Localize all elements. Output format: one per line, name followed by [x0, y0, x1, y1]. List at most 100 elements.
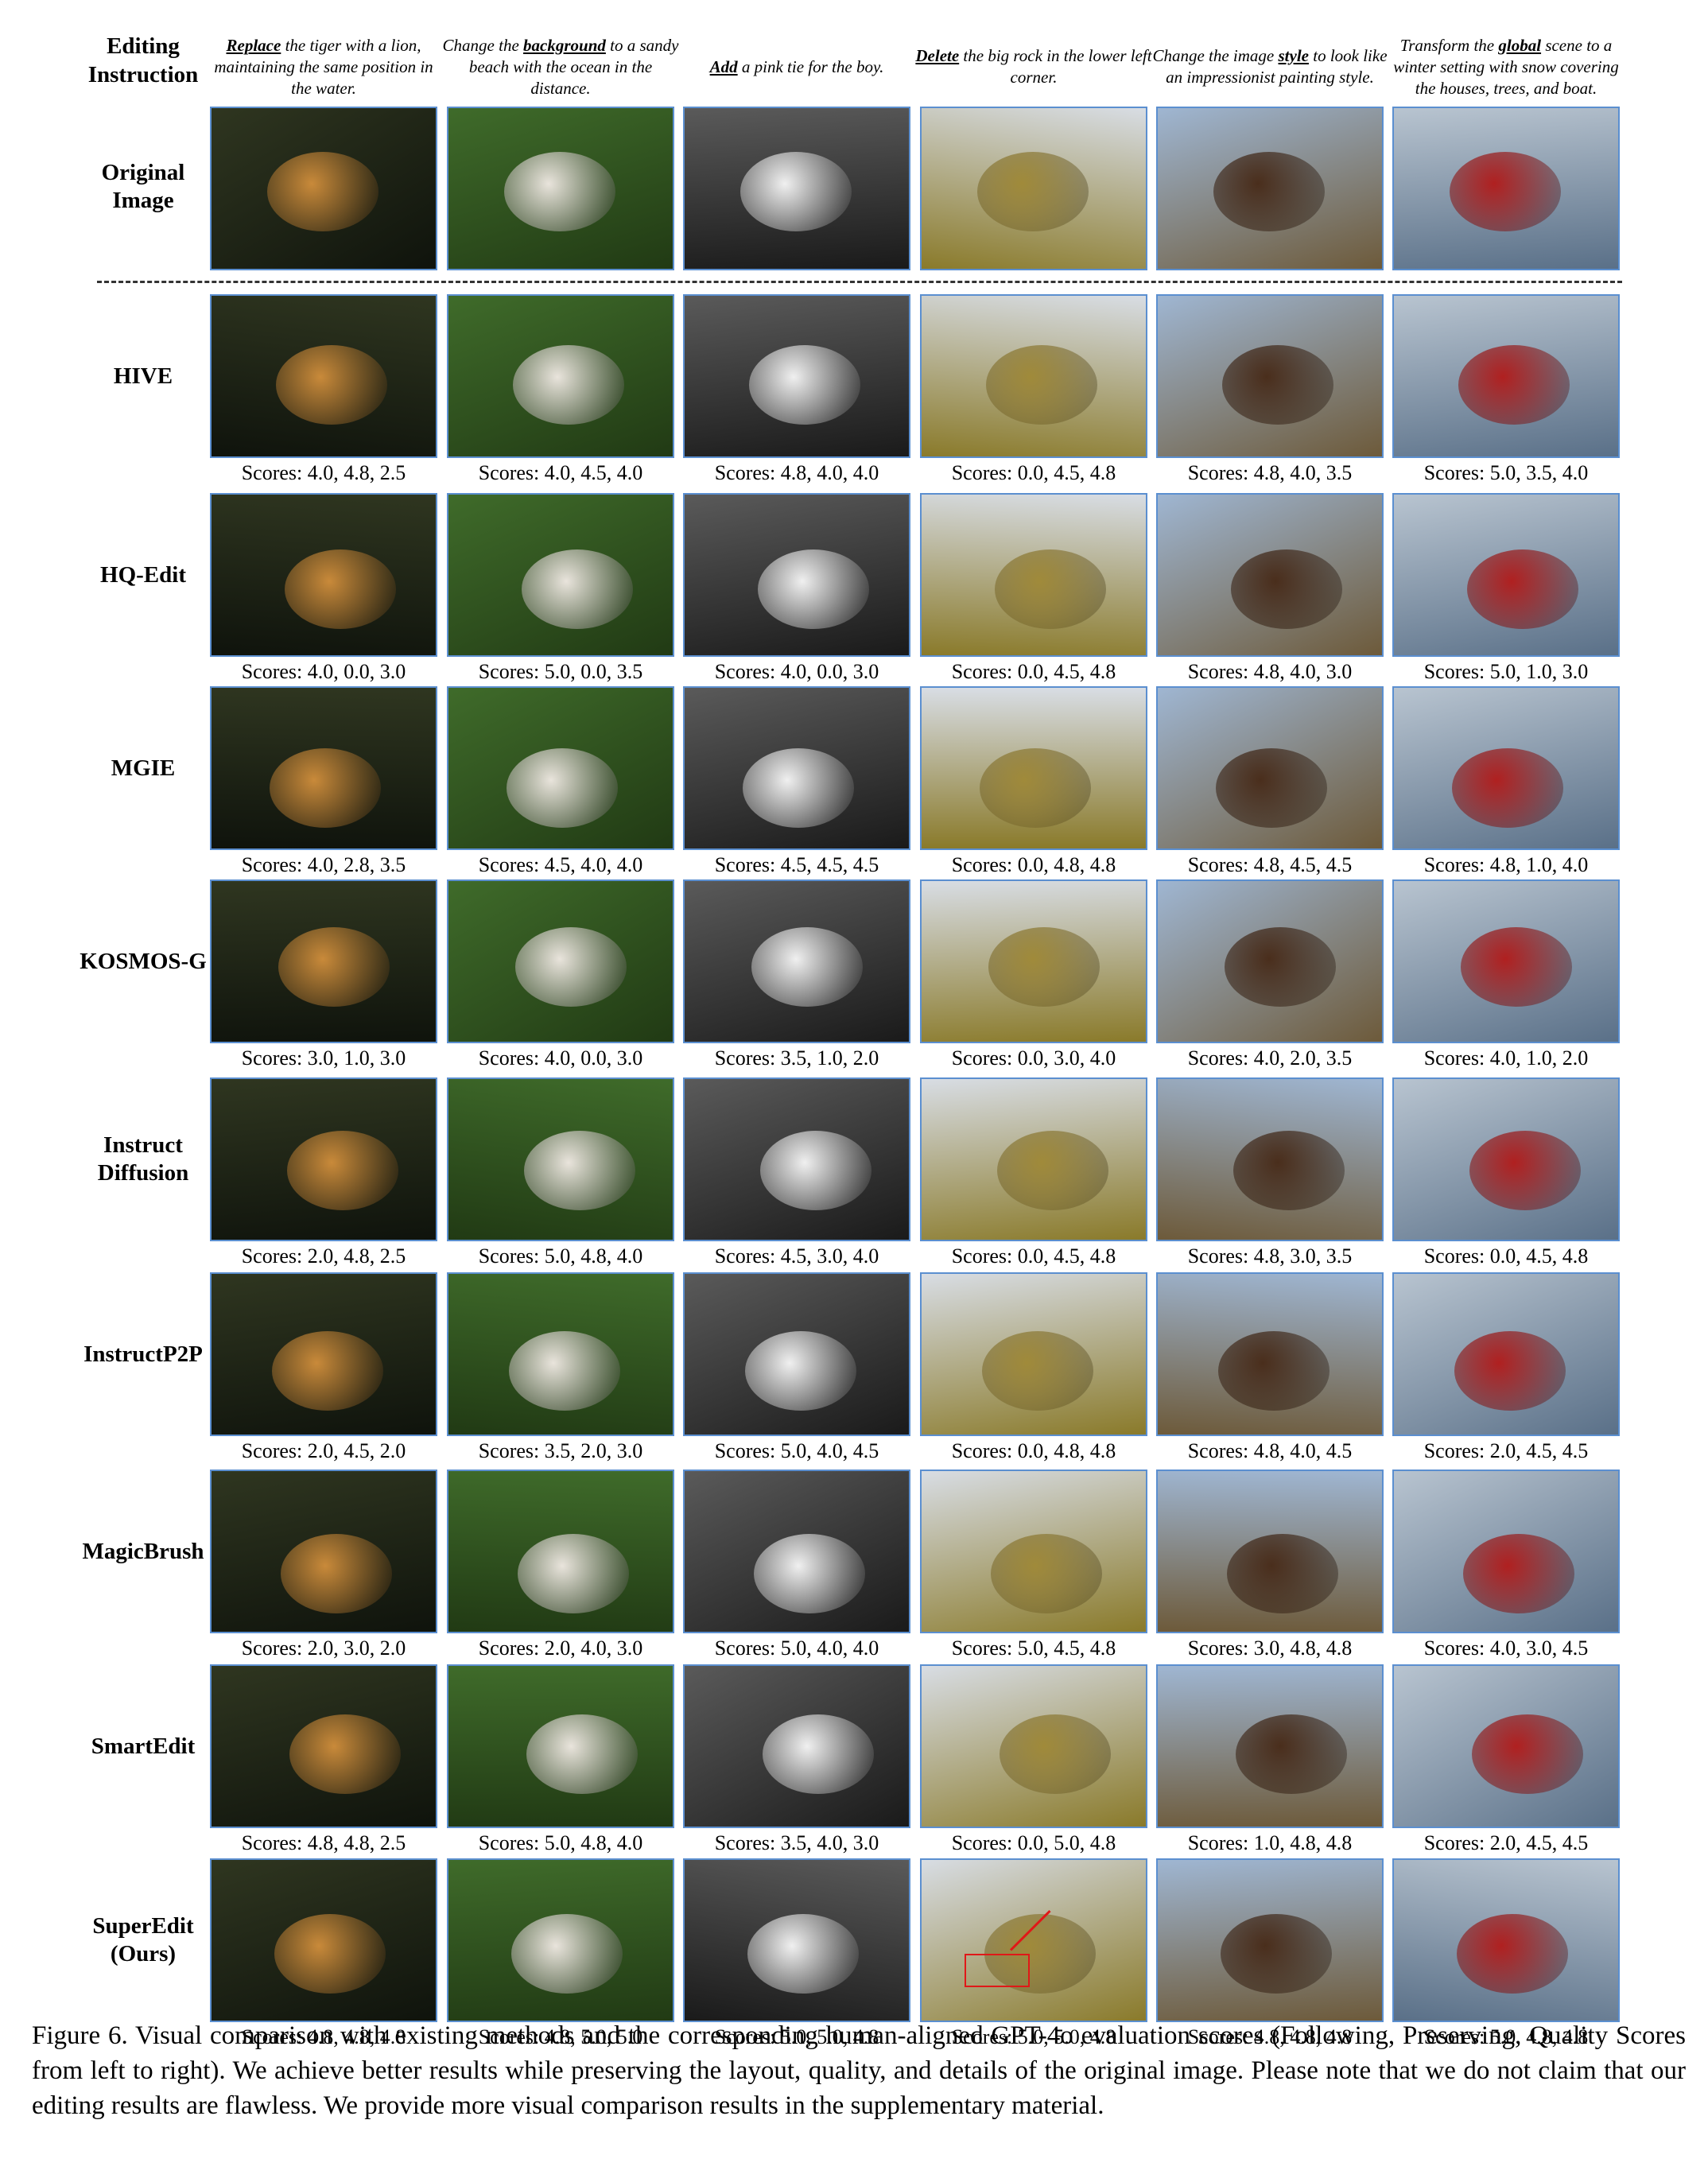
deleted-region-highlight	[965, 1954, 1030, 1987]
original-image-4	[920, 107, 1147, 270]
score-label: Scores: 2.0, 4.5, 2.0	[241, 1439, 406, 1462]
thumbnail-subject	[1231, 549, 1342, 629]
score-label: Scores: 5.0, 4.8, 4.8	[1423, 2025, 1589, 2048]
result-image	[210, 294, 437, 458]
thumbnail-subject	[988, 927, 1100, 1007]
result-image	[1156, 686, 1384, 850]
score-label: Scores: 4.0, 2.0, 3.5	[1187, 1046, 1353, 1070]
score-label: Scores: 4.0, 2.8, 3.5	[241, 853, 406, 876]
result-image	[447, 879, 674, 1043]
result-image	[1392, 1858, 1620, 2022]
thumbnail-subject	[740, 152, 852, 231]
score-label: Scores: 3.0, 4.8, 4.8	[1187, 1636, 1353, 1660]
result-image	[210, 1272, 437, 1436]
instruction-prefix: Transform the	[1399, 35, 1499, 55]
score-label: Scores: 2.0, 4.5, 4.5	[1423, 1439, 1589, 1462]
result-image	[210, 686, 437, 850]
score-label: Scores: 3.5, 4.0, 3.0	[714, 1831, 879, 1854]
instruction-keyword: style	[1278, 46, 1309, 65]
result-image	[683, 1858, 910, 2022]
result-image	[920, 879, 1147, 1043]
thumbnail-subject	[1000, 1714, 1111, 1794]
score-label: Scores: 5.0, 3.5, 4.0	[1423, 461, 1589, 484]
result-image	[447, 1272, 674, 1436]
score-label: Scores: 4.8, 4.0, 4.0	[714, 461, 879, 484]
result-image	[920, 294, 1147, 458]
thumbnail-subject	[272, 1331, 383, 1411]
score-label: Scores: 4.8, 4.8, 2.5	[241, 1831, 406, 1854]
score-label: Scores: 4.8, 4.0, 3.5	[1187, 461, 1353, 484]
result-image	[1392, 294, 1620, 458]
instruction-prefix: Change the image	[1152, 46, 1279, 65]
thumbnail-subject	[1461, 927, 1572, 1007]
instruction-keyword: Replace	[226, 35, 281, 55]
result-image	[1156, 1077, 1384, 1241]
score-label: Scores: 3.5, 2.0, 3.0	[478, 1439, 643, 1462]
score-label: Scores: 2.0, 3.0, 2.0	[241, 1636, 406, 1660]
score-label: Scores: 5.0, 5.0, 4.8	[951, 2025, 1116, 2048]
result-image	[683, 1470, 910, 1633]
result-image	[1156, 294, 1384, 458]
result-image	[1156, 1470, 1384, 1633]
header-divider	[97, 281, 1622, 283]
score-label: Scores: 4.8, 4.0, 4.5	[1187, 1439, 1353, 1462]
instruction-text: Change the background to a sandy beach w…	[441, 35, 680, 99]
score-label: Scores: 5.0, 4.8, 4.0	[478, 1831, 643, 1854]
score-label: Scores: 5.0, 0.0, 3.5	[478, 660, 643, 683]
score-label: Scores: 5.0, 4.0, 4.0	[714, 1636, 879, 1660]
instruction-5: Change the image style to look like an i…	[1151, 33, 1389, 100]
thumbnail-subject	[518, 1534, 629, 1613]
thumbnail-subject	[278, 927, 390, 1007]
result-image	[920, 686, 1147, 850]
score-label: Scores: 4.0, 3.0, 4.5	[1423, 1636, 1589, 1660]
thumbnail-subject	[1221, 1914, 1332, 1994]
result-image	[447, 686, 674, 850]
instruction-text: Transform the global scene to a winter s…	[1387, 35, 1625, 99]
score-label: Scores: 4.0, 4.5, 4.0	[478, 461, 643, 484]
thumbnail-subject	[1222, 345, 1333, 425]
result-image	[447, 1858, 674, 2022]
thumbnail-subject	[522, 549, 633, 629]
thumbnail-subject	[751, 927, 863, 1007]
score-label: Scores: 0.0, 4.5, 4.8	[951, 461, 1116, 484]
thumbnail-subject	[1458, 345, 1570, 425]
thumbnail-subject	[276, 345, 387, 425]
score-label: Scores: 4.8, 5.0, 5.0	[478, 2025, 643, 2048]
score-label: Scores: 3.0, 1.0, 3.0	[241, 1046, 406, 1070]
thumbnail-subject	[281, 1534, 392, 1613]
score-label: Scores: 4.8, 1.0, 4.0	[1423, 853, 1589, 876]
thumbnail-subject	[509, 1331, 620, 1411]
result-image	[447, 294, 674, 458]
score-label: Scores: 0.0, 4.5, 4.8	[951, 1244, 1116, 1268]
thumbnail-subject	[758, 549, 869, 629]
original-image-5	[1156, 107, 1384, 270]
score-label: Scores: 5.0, 4.0, 4.5	[714, 1439, 879, 1462]
result-image	[447, 1077, 674, 1241]
thumbnail-subject	[1457, 1914, 1568, 1994]
result-image	[447, 1664, 674, 1828]
result-image	[920, 1664, 1147, 1828]
result-image	[1156, 493, 1384, 657]
result-image	[447, 1470, 674, 1633]
thumbnail-subject	[745, 1331, 856, 1411]
score-label: Scores: 0.0, 3.0, 4.0	[951, 1046, 1116, 1070]
thumbnail-subject	[760, 1131, 871, 1210]
editing-instruction-header: Editing Instruction	[87, 33, 199, 87]
instruction-text: Add a pink tie for the boy.	[710, 56, 884, 78]
thumbnail-subject	[1225, 927, 1336, 1007]
thumbnail-subject	[504, 152, 615, 231]
thumbnail-subject	[980, 748, 1091, 828]
score-label: Scores: 0.0, 5.0, 4.8	[951, 1831, 1116, 1854]
result-image	[920, 1470, 1147, 1633]
instruction-keyword: background	[523, 35, 606, 55]
result-image	[210, 1470, 437, 1633]
score-label: Scores: 2.0, 4.0, 3.0	[478, 1636, 643, 1660]
result-image	[920, 1077, 1147, 1241]
result-image	[683, 1664, 910, 1828]
thumbnail-subject	[749, 345, 860, 425]
score-label: Scores: 0.0, 4.5, 4.8	[951, 660, 1116, 683]
thumbnail-subject	[285, 549, 396, 629]
original-image-2	[447, 107, 674, 270]
thumbnail-subject	[1233, 1131, 1345, 1210]
thumbnail-subject	[995, 549, 1106, 629]
